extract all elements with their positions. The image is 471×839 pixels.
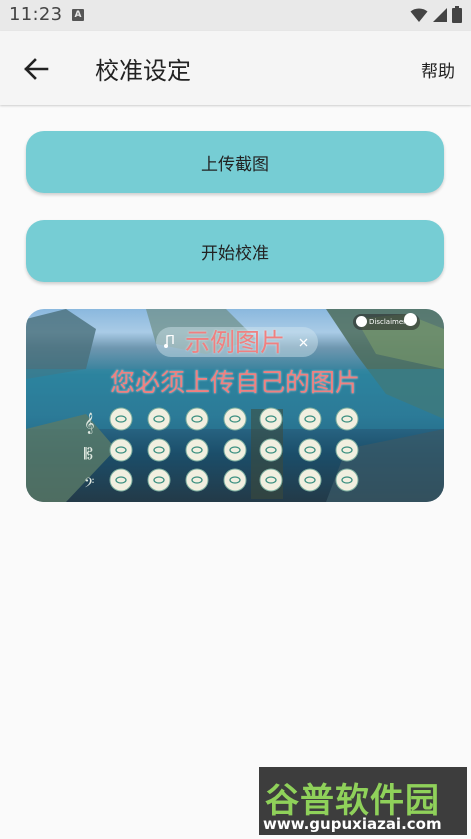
- app-bar: 校准设定 帮助: [0, 31, 471, 105]
- svg-text:𝄡: 𝄡: [84, 444, 93, 463]
- status-time: 11:23: [9, 4, 63, 25]
- battery-icon: [452, 6, 462, 23]
- notification-a-icon: A: [72, 9, 84, 21]
- help-button[interactable]: 帮助: [421, 57, 455, 82]
- start-calibration-label: 开始校准: [201, 243, 269, 264]
- sample-caption: 示例图片: [184, 328, 285, 357]
- svg-text:𝄞: 𝄞: [84, 413, 95, 434]
- sample-warning: 您必须上传自己的图片: [109, 368, 360, 397]
- sample-image: 𝄞 𝄡 𝄢 Disclaimer 示例图片 您必须上传自己的图片: [26, 309, 444, 502]
- watermark-url: www.gupuxiazai.com: [263, 815, 442, 833]
- status-bar: 11:23 A: [0, 0, 471, 31]
- arrow-left-icon[interactable]: [22, 55, 50, 83]
- upload-screenshot-button[interactable]: 上传截图: [26, 131, 444, 193]
- signal-icon: [433, 7, 447, 22]
- wifi-icon: [410, 8, 428, 22]
- svg-text:𝄢: 𝄢: [84, 475, 94, 494]
- system-icons: [410, 6, 462, 23]
- page-title: 校准设定: [95, 57, 191, 85]
- upload-screenshot-label: 上传截图: [201, 154, 269, 175]
- watermark-logo: 谷普软件园 www.gupuxiazai.com: [259, 767, 467, 835]
- start-calibration-button[interactable]: 开始校准: [26, 220, 444, 282]
